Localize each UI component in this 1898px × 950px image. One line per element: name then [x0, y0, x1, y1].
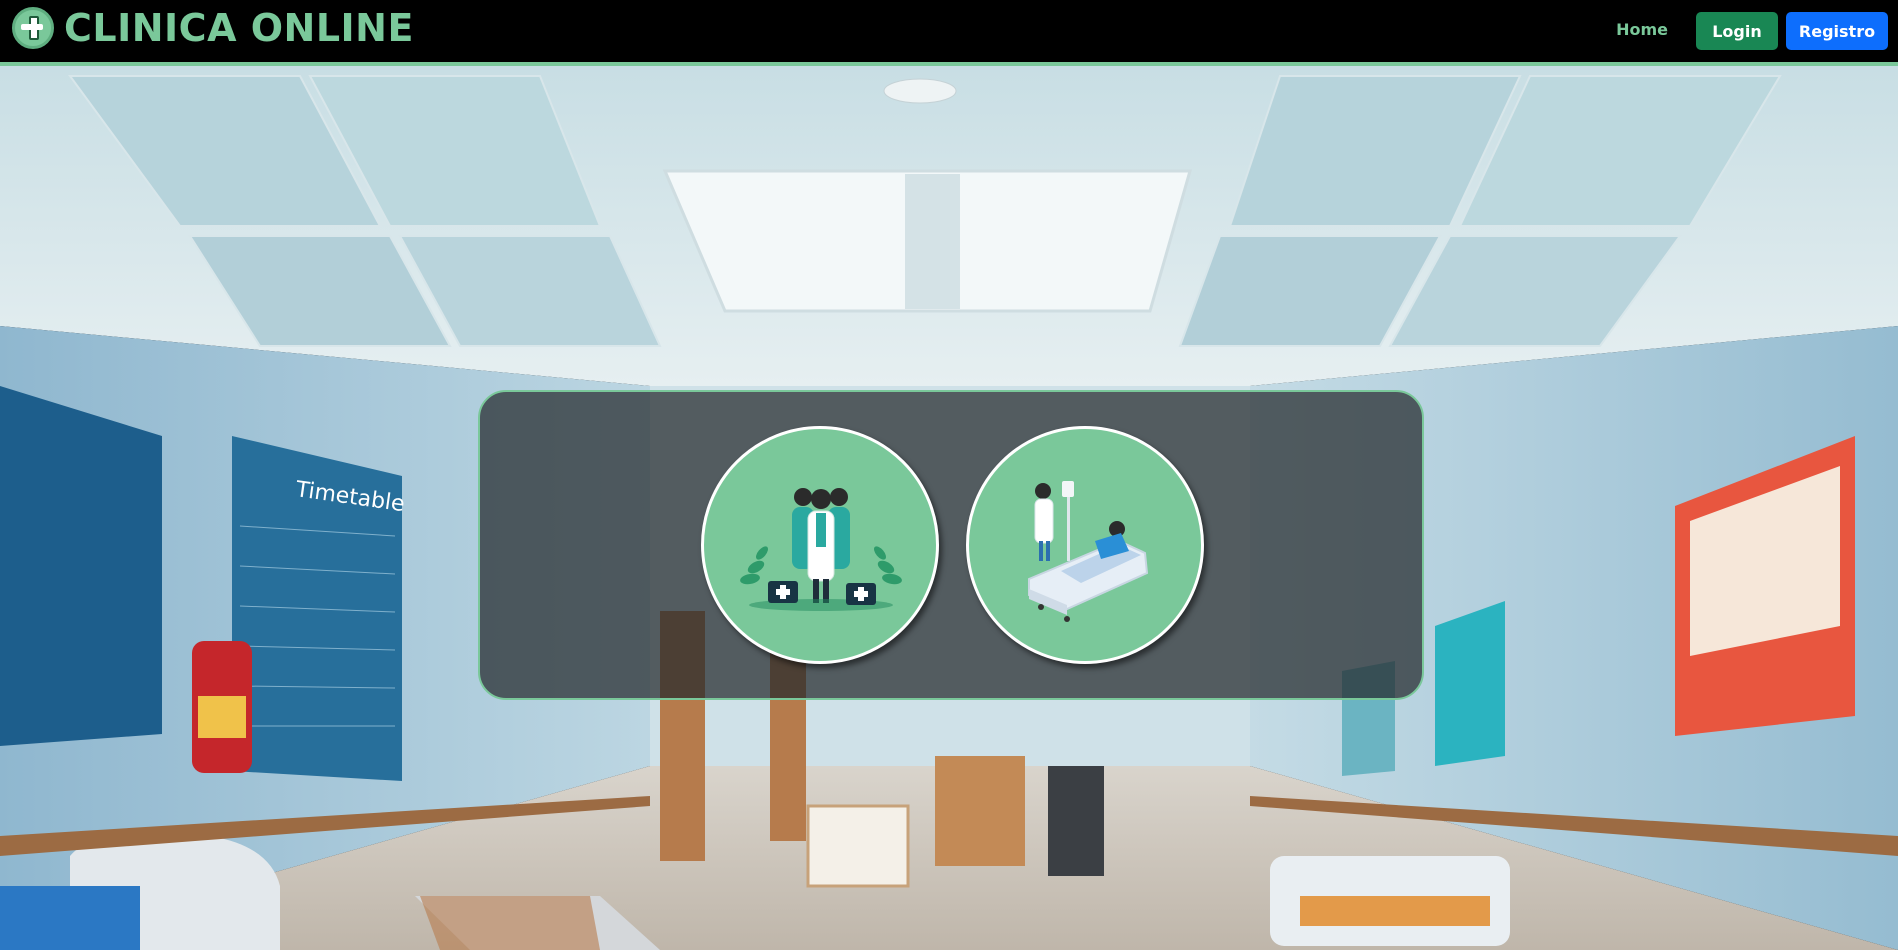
nav-home-link[interactable]: Home: [1616, 20, 1668, 39]
brand-title: CLINICA ONLINE: [64, 6, 414, 50]
nav-links: Home Login Registro: [1616, 12, 1888, 50]
medical-cross-icon: [12, 7, 54, 49]
patient-bed-icon: [1028, 481, 1149, 622]
top-navbar: CLINICA ONLINE Home Login Registro: [0, 0, 1898, 66]
doctors-team-icon: [740, 488, 902, 611]
brand[interactable]: CLINICA ONLINE: [12, 5, 414, 51]
role-selection-panel: [478, 390, 1424, 700]
login-button[interactable]: Login: [1696, 12, 1778, 50]
register-button[interactable]: Registro: [1786, 12, 1888, 50]
patient-option-button[interactable]: [966, 426, 1204, 664]
doctors-option-button[interactable]: [701, 426, 939, 664]
